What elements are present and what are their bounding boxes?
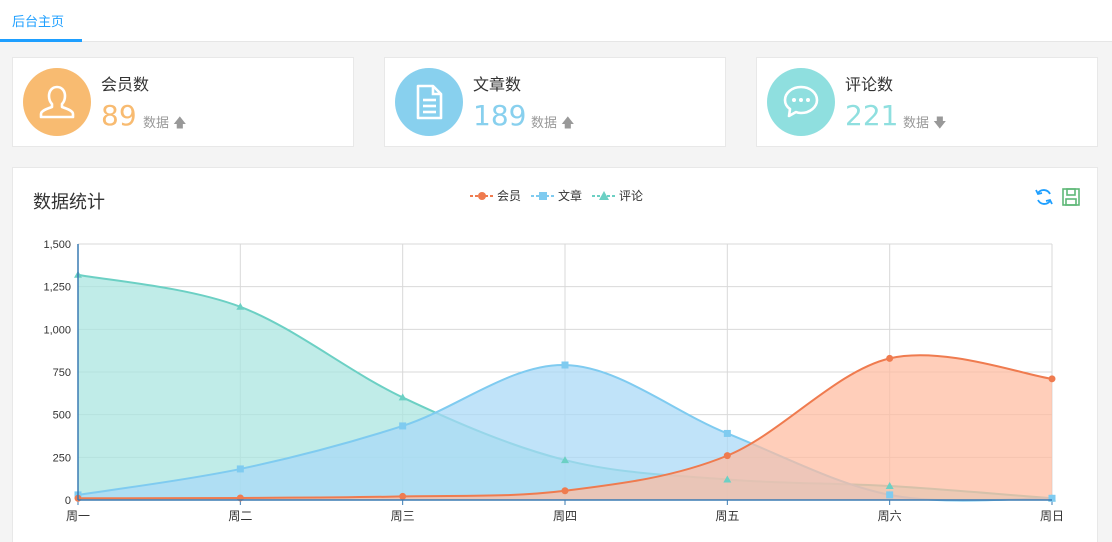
data-point: [236, 465, 244, 473]
article-count-card: 文章数 189 数据 🡅: [384, 57, 726, 147]
statistics-panel: 数据统计 会员 文章 评论 0 250 500 750 1,000 1,250 …: [12, 167, 1098, 542]
x-tick-label: 周日: [1040, 509, 1064, 523]
member-count-title: 会员数: [101, 75, 150, 94]
member-count-card: 会员数 89 数据 🡅: [12, 57, 354, 147]
data-point: [723, 429, 731, 437]
y-tick-label: 1,250: [43, 282, 71, 294]
tab-home[interactable]: 后台主页: [0, 0, 82, 42]
article-data-label: 数据 🡅: [531, 116, 575, 131]
y-tick-label: 1,000: [43, 324, 71, 336]
y-tick-label: 0: [65, 495, 71, 507]
member-icon-badge: [23, 68, 91, 136]
member-data-label: 数据 🡅: [143, 116, 187, 131]
x-tick-label: 周五: [715, 509, 739, 523]
comment-count-card: 评论数 221 数据 🡇: [756, 57, 1098, 147]
data-point: [561, 361, 569, 369]
data-point: [886, 491, 894, 499]
arrow-up-icon: 🡅: [561, 116, 575, 131]
y-tick-label: 500: [53, 410, 71, 422]
arrow-down-icon: 🡇: [933, 116, 947, 131]
document-icon: [416, 84, 443, 120]
y-tick-label: 1,500: [43, 239, 71, 251]
data-point: [399, 422, 407, 430]
article-count-value: 189: [473, 99, 527, 132]
x-tick-label: 周四: [553, 509, 577, 523]
x-tick-label: 周三: [391, 509, 415, 523]
y-tick-label: 750: [53, 367, 71, 379]
member-count-value: 89: [101, 99, 137, 132]
comment-icon-badge: [767, 68, 835, 136]
comment-count-title: 评论数: [845, 75, 894, 94]
article-icon-badge: [395, 68, 463, 136]
user-icon: [39, 85, 75, 119]
comment-icon: [783, 85, 819, 118]
x-tick-label: 周二: [228, 509, 252, 523]
arrow-up-icon: 🡅: [173, 116, 187, 131]
article-count-title: 文章数: [473, 75, 522, 94]
x-tick-label: 周六: [878, 509, 902, 523]
data-point: [561, 487, 569, 495]
data-point: [723, 452, 731, 460]
data-point: [399, 492, 407, 500]
data-point: [1048, 375, 1056, 383]
comment-count-value: 221: [845, 99, 899, 132]
top-tab-bar: 后台主页: [0, 0, 1112, 42]
x-tick-label: 周一: [66, 509, 90, 523]
comment-data-label: 数据 🡇: [903, 116, 947, 131]
y-tick-label: 250: [53, 452, 71, 464]
data-point: [886, 354, 894, 362]
statistics-chart: 0 250 500 750 1,000 1,250 1,500 周一 周二 周三 周四 周五 周六 周日: [43, 239, 1064, 523]
